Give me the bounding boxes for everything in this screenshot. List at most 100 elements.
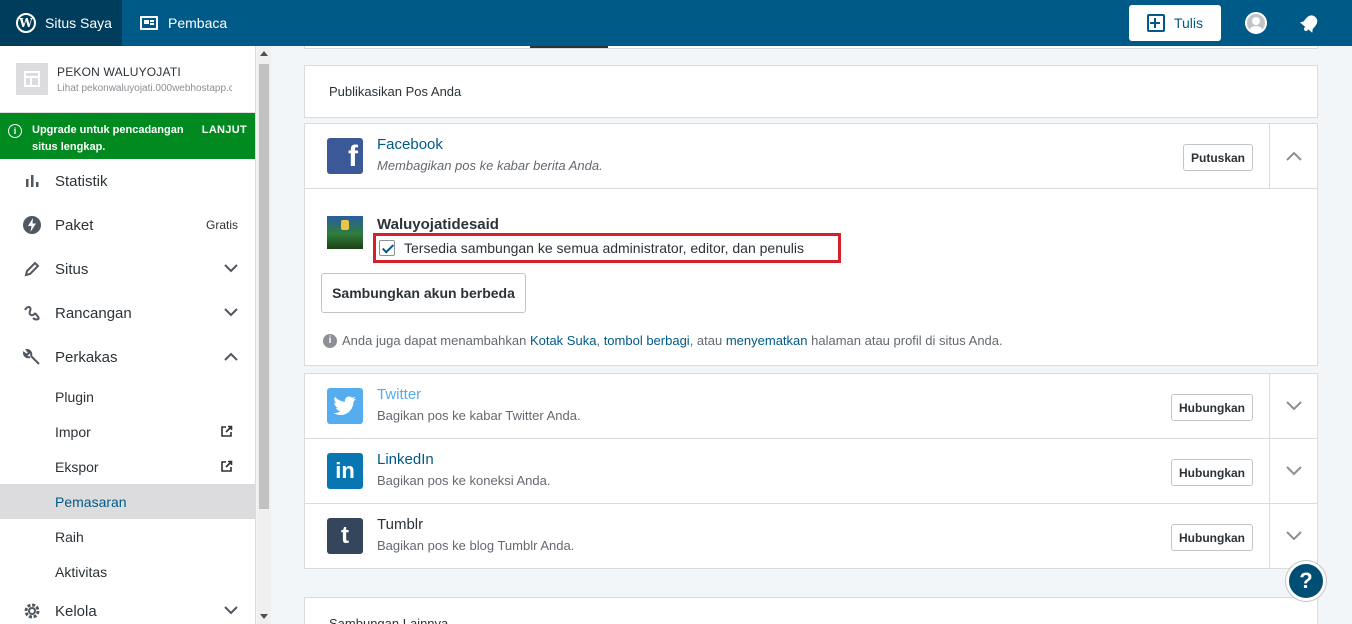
- sidebar-item-label: Perkakas: [55, 348, 118, 366]
- external-link-icon: [220, 460, 233, 476]
- facebook-title[interactable]: Facebook: [377, 136, 443, 153]
- scrollbar-thumb[interactable]: [259, 64, 269, 509]
- active-tab-indicator: [530, 46, 608, 48]
- sidebar-item-label: Statistik: [55, 172, 108, 190]
- sidebar-subitem-label: Ekspor: [55, 458, 99, 475]
- linkedin-icon: in: [327, 453, 363, 489]
- disconnect-facebook-button[interactable]: Putuskan: [1182, 144, 1253, 171]
- connect-tumblr-button[interactable]: Hubungkan: [1171, 524, 1253, 551]
- expand-twitter-toggle[interactable]: [1269, 374, 1317, 438]
- tumblr-icon: t: [327, 518, 363, 554]
- sidebar-scrollbar[interactable]: [257, 46, 271, 624]
- chevron-down-icon: [224, 604, 238, 618]
- avatar[interactable]: [1245, 12, 1267, 34]
- sidebar-subitem-label: Raih: [55, 528, 84, 545]
- note-suffix: halaman atau profil di situs Anda.: [811, 333, 1003, 348]
- connect-linkedin-button[interactable]: Hubungkan: [1171, 459, 1253, 486]
- expand-tumblr-toggle[interactable]: [1269, 504, 1317, 568]
- twitter-title[interactable]: Twitter: [377, 386, 421, 403]
- twitter-row: Twitter Bagikan pos ke kabar Twitter And…: [305, 374, 1317, 438]
- sidebar-subitem-activity[interactable]: Aktivitas: [0, 554, 255, 589]
- connect-twitter-button[interactable]: Hubungkan: [1171, 394, 1253, 421]
- sidebar-item-site[interactable]: Situs: [0, 247, 255, 291]
- sidebar-subitem-import[interactable]: Impor: [0, 414, 255, 449]
- sidebar: PEKON WALUYOJATI Lihat pekonwaluyojati.0…: [0, 46, 256, 624]
- sidebar-subitem-export[interactable]: Ekspor: [0, 449, 255, 484]
- write-label: Tulis: [1173, 15, 1204, 31]
- connect-different-account-button[interactable]: Sambungkan akun berbeda: [321, 273, 526, 313]
- page-scrollbar[interactable]: [1346, 46, 1352, 624]
- other-connections-title: Sambungan Lainnya: [329, 616, 449, 624]
- share-connection-checkbox[interactable]: Tersedia sambungan ke semua administrato…: [373, 233, 841, 263]
- info-icon: i: [8, 124, 22, 138]
- reader-label: Pembaca: [168, 15, 228, 31]
- linkedin-title[interactable]: LinkedIn: [377, 451, 434, 468]
- section-title: Publikasikan Pos Anda: [329, 84, 462, 99]
- upgrade-nudge[interactable]: i Upgrade untuk pencadangan situs lengka…: [0, 113, 255, 159]
- account-name: Waluyojatidesaid: [377, 216, 499, 233]
- chevron-down-icon: [1285, 401, 1302, 411]
- note-middle: , atau: [689, 333, 723, 348]
- twitter-icon: [327, 388, 363, 424]
- gear-icon: [22, 601, 42, 621]
- chevron-down-icon: [224, 262, 238, 276]
- masterbar: W Situs Saya Pembaca Tulis: [0, 0, 1352, 46]
- sidebar-item-plan[interactable]: Paket Gratis: [0, 203, 255, 247]
- sidebar-subitem-label: Impor: [55, 423, 91, 440]
- info-icon: i: [323, 333, 337, 348]
- linkedin-connection: in LinkedIn Bagikan pos ke koneksi Anda.…: [304, 438, 1318, 504]
- chevron-up-icon: [224, 350, 238, 364]
- like-box-link[interactable]: Kotak Suka: [530, 333, 597, 348]
- tumblr-title[interactable]: Tumblr: [377, 516, 423, 533]
- sidebar-subitem-label: Aktivitas: [55, 563, 108, 580]
- checkmark-icon[interactable]: [379, 240, 395, 256]
- upgrade-cta[interactable]: LANJUT: [202, 122, 247, 139]
- sidebar-item-label: Kelola: [55, 602, 97, 620]
- site-layout-icon: [16, 63, 48, 95]
- site-url: Lihat pekonwaluyojati.000webhostapp.com: [57, 82, 232, 94]
- upgrade-text: Upgrade untuk pencadangan situs lengkap.: [32, 124, 184, 153]
- share-buttons-link[interactable]: tombol berbagi: [604, 333, 690, 348]
- tumblr-row: t Tumblr Bagikan pos ke blog Tumblr Anda…: [305, 504, 1317, 568]
- external-link-icon: [220, 425, 233, 441]
- sidebar-subitem-plugins[interactable]: Plugin: [0, 379, 255, 414]
- tumblr-description: Bagikan pos ke blog Tumblr Anda.: [377, 538, 575, 553]
- chevron-up-icon: [1285, 151, 1302, 161]
- chevron-down-icon: [224, 306, 238, 320]
- plan-badge: Gratis: [205, 218, 238, 232]
- facebook-icon: f: [327, 138, 363, 174]
- scroll-down-arrow[interactable]: [260, 614, 268, 619]
- sidebar-item-label: Rancangan: [55, 304, 132, 322]
- scroll-up-arrow[interactable]: [260, 51, 268, 56]
- note-separator: ,: [596, 333, 601, 348]
- facebook-connection: f Facebook Membagikan pos ke kabar berit…: [304, 123, 1318, 366]
- my-site-button[interactable]: W Situs Saya: [0, 0, 122, 46]
- twitter-description: Bagikan pos ke kabar Twitter Anda.: [377, 408, 581, 423]
- embed-link[interactable]: menyematkan: [726, 333, 808, 348]
- write-button[interactable]: Tulis: [1129, 5, 1221, 41]
- sidebar-subitem-marketing[interactable]: Pemasaran: [0, 484, 255, 519]
- bell-icon[interactable]: [1300, 13, 1320, 33]
- facebook-row: f Facebook Membagikan pos ke kabar berit…: [305, 124, 1317, 188]
- tumblr-connection: t Tumblr Bagikan pos ke blog Tumblr Anda…: [304, 503, 1318, 569]
- sidebar-item-tools[interactable]: Perkakas: [0, 335, 255, 379]
- sidebar-subitem-label: Plugin: [55, 388, 94, 405]
- pencil-icon: [22, 259, 42, 279]
- account-avatar: [327, 216, 363, 249]
- reader-icon: [140, 16, 158, 30]
- reader-button[interactable]: Pembaca: [122, 0, 227, 46]
- section-tabs: [304, 46, 1318, 49]
- help-icon[interactable]: ?: [1286, 561, 1326, 601]
- other-connections-header: Sambungan Lainnya: [304, 597, 1318, 624]
- sidebar-subitem-earn[interactable]: Raih: [0, 519, 255, 554]
- site-name: PEKON WALUYOJATI: [57, 64, 181, 79]
- section-header: Publikasikan Pos Anda: [304, 65, 1318, 118]
- collapse-facebook-toggle[interactable]: [1269, 124, 1317, 188]
- facebook-description: Membagikan pos ke kabar berita Anda.: [377, 158, 603, 173]
- sidebar-item-manage[interactable]: Kelola: [0, 589, 255, 624]
- expand-linkedin-toggle[interactable]: [1269, 439, 1317, 503]
- site-card[interactable]: PEKON WALUYOJATI Lihat pekonwaluyojati.0…: [0, 46, 255, 113]
- sidebar-item-design[interactable]: Rancangan: [0, 291, 255, 335]
- info-note: i Anda juga dapat menambahkan Kotak Suka…: [323, 333, 1003, 348]
- sidebar-item-stats[interactable]: Statistik: [0, 159, 255, 203]
